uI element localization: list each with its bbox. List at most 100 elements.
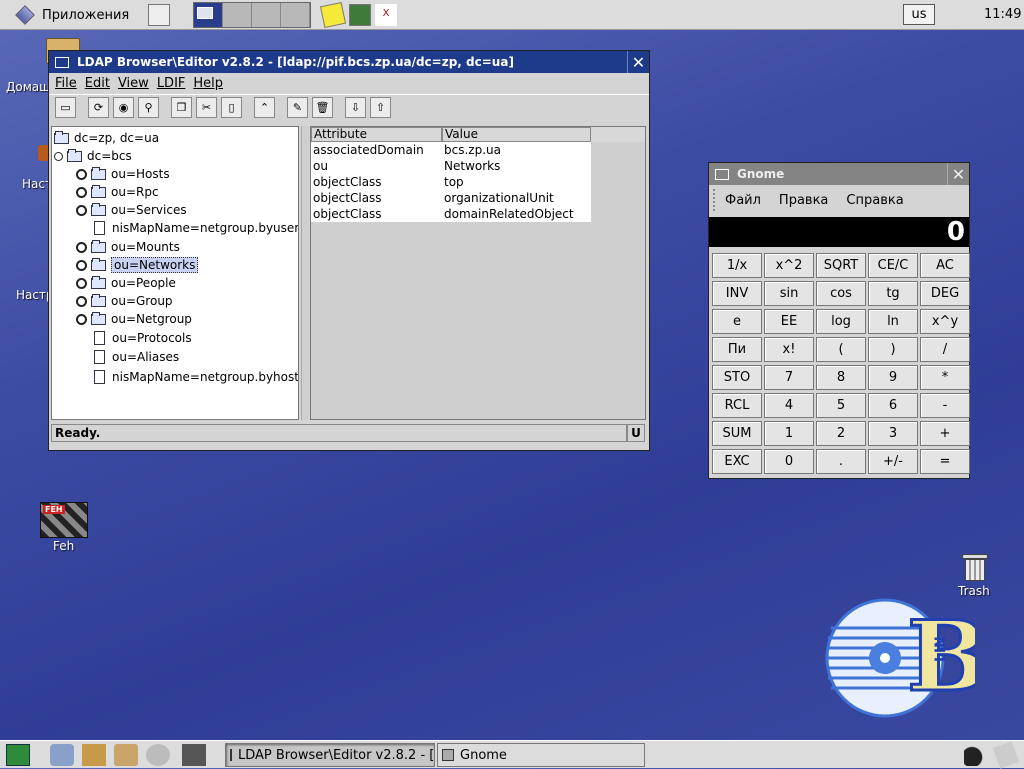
calc-button[interactable]: cos	[816, 281, 866, 306]
tree-node[interactable]: ou=Hosts	[76, 165, 170, 183]
expander-icon[interactable]	[76, 204, 87, 216]
menubar-grip[interactable]	[713, 189, 719, 211]
workspace-3[interactable]	[252, 3, 281, 27]
tree-node[interactable]: ou=Protocols	[94, 329, 192, 347]
column-header-value[interactable]: Value	[442, 127, 591, 142]
calc-button[interactable]: EE	[764, 309, 814, 334]
workspace-pager[interactable]	[193, 2, 311, 28]
tree-node-bcs[interactable]: dc=bcs	[54, 147, 132, 165]
table-row[interactable]: objectClass organizationalUnit	[311, 190, 591, 206]
tree-node[interactable]: ou=Group	[76, 292, 173, 310]
calc-button[interactable]: 0	[764, 449, 814, 474]
expander-icon[interactable]	[76, 259, 87, 271]
tree-node[interactable]: ou=Aliases	[94, 348, 179, 366]
paste-icon[interactable]: ▯	[221, 97, 242, 118]
calc-button[interactable]: 8	[816, 365, 866, 390]
menu-edit[interactable]: Правка	[779, 193, 828, 208]
file-manager-icon[interactable]	[50, 744, 74, 766]
home-desktop-label[interactable]: Домаш	[6, 80, 50, 94]
calc-button[interactable]: 2	[816, 421, 866, 446]
refresh-icon[interactable]: ⟳	[88, 97, 109, 118]
calc-button[interactable]: 3	[868, 421, 918, 446]
tree-node[interactable]: ou=Rpc	[76, 183, 159, 201]
sticky-notes-launcher[interactable]	[319, 1, 347, 29]
table-row[interactable]: ou Networks	[311, 158, 591, 174]
tree-node[interactable]: ou=Mounts	[76, 238, 180, 256]
calc-button[interactable]: 9	[868, 365, 918, 390]
calc-button[interactable]: 7	[764, 365, 814, 390]
tree-node[interactable]: ou=People	[76, 274, 176, 292]
menu-help[interactable]: Справка	[846, 193, 903, 208]
calc-button[interactable]: INV	[712, 281, 762, 306]
cut-icon[interactable]: ✂	[196, 97, 217, 118]
copy-icon[interactable]: ❐	[171, 97, 192, 118]
calc-button[interactable]: e	[712, 309, 762, 334]
mixer-icon[interactable]	[992, 741, 1020, 769]
applications-menu-button[interactable]: Приложения	[15, 3, 129, 27]
feh-icon[interactable]	[40, 502, 88, 538]
search-tool-icon[interactable]	[146, 744, 170, 766]
menu-file[interactable]: Файл	[725, 193, 761, 208]
expander-icon[interactable]	[76, 313, 87, 325]
calc-button[interactable]: 1/x	[712, 253, 762, 278]
up-icon[interactable]: ⌃	[254, 97, 275, 118]
calc-button[interactable]: DEG	[920, 281, 970, 306]
tree-node-selected[interactable]: ou=Networks	[76, 256, 199, 274]
workspace-1[interactable]	[194, 3, 223, 27]
pane-splitter[interactable]	[301, 126, 309, 420]
expander-icon[interactable]	[76, 277, 87, 289]
menu-edit[interactable]: Edit	[85, 76, 110, 91]
calculator-titlebar[interactable]: Gnome ✕	[709, 163, 969, 185]
calc-button[interactable]: (	[816, 337, 866, 362]
menu-help[interactable]: Help	[193, 76, 223, 91]
workspace-4[interactable]	[281, 3, 310, 27]
connect-icon[interactable]: ▭	[55, 97, 76, 118]
trash-icon[interactable]	[962, 554, 988, 582]
column-header-attribute[interactable]: Attribute	[311, 127, 442, 142]
close-icon[interactable]: ✕	[627, 51, 649, 73]
menu-file[interactable]: File	[55, 76, 77, 91]
tree-node[interactable]: ou=Services	[76, 201, 187, 219]
expander-icon[interactable]	[54, 151, 63, 161]
expander-icon[interactable]	[76, 168, 87, 180]
tree-node[interactable]: nisMapName=netgroup.byhost	[94, 368, 298, 386]
terminal-icon[interactable]	[182, 744, 206, 766]
attributes-table[interactable]: Attribute Value associatedDomain bcs.zp.u…	[310, 126, 646, 420]
calc-button[interactable]: tg	[868, 281, 918, 306]
calc-button[interactable]: EXC	[712, 449, 762, 474]
calc-button[interactable]: x^y	[920, 309, 970, 334]
calc-button[interactable]: +/-	[868, 449, 918, 474]
tree-node[interactable]: nisMapName=netgroup.byuser	[94, 219, 298, 237]
export-icon[interactable]: ⇧	[370, 97, 391, 118]
tree-root-node[interactable]: dc=zp, dc=ua	[54, 129, 159, 147]
bomb-icon[interactable]	[964, 744, 984, 766]
calc-button[interactable]: *	[920, 365, 970, 390]
calc-button[interactable]: /	[920, 337, 970, 362]
calc-button[interactable]: x^2	[764, 253, 814, 278]
calc-button[interactable]: SQRT	[816, 253, 866, 278]
table-row[interactable]: objectClass top	[311, 174, 591, 190]
calc-button[interactable]: 4	[764, 393, 814, 418]
calc-button[interactable]: ln	[868, 309, 918, 334]
home-folder-icon[interactable]	[82, 744, 106, 766]
workspace-2[interactable]	[223, 3, 252, 27]
calc-button[interactable]: x!	[764, 337, 814, 362]
calc-button[interactable]: sin	[764, 281, 814, 306]
documents-icon[interactable]	[114, 744, 138, 766]
calc-button[interactable]: 1	[764, 421, 814, 446]
calc-button[interactable]: AC	[920, 253, 970, 278]
logout-icon[interactable]	[6, 744, 30, 766]
calc-button[interactable]: +	[920, 421, 970, 446]
directory-tree[interactable]: dc=zp, dc=ua dc=bcs ou=Hosts ou=Rpc ou=S…	[51, 126, 299, 420]
reconnect-icon[interactable]: ◉	[113, 97, 134, 118]
calc-button[interactable]: =	[920, 449, 970, 474]
calc-button[interactable]: )	[868, 337, 918, 362]
trash-label[interactable]: Trash	[958, 584, 990, 598]
menu-ldif[interactable]: LDIF	[157, 76, 186, 91]
keyboard-layout-indicator[interactable]: us	[903, 4, 935, 25]
window-menu-icon[interactable]	[715, 168, 729, 180]
feh-label[interactable]: Feh	[53, 539, 74, 553]
calc-button[interactable]: -	[920, 393, 970, 418]
close-icon[interactable]: ✕	[947, 163, 969, 185]
calc-button[interactable]: CE/C	[868, 253, 918, 278]
